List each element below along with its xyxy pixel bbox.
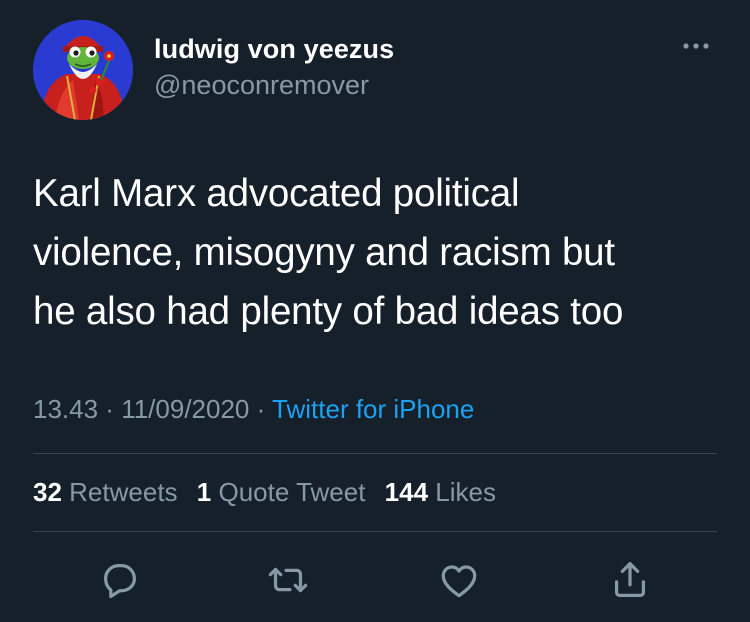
likes-label: Likes (435, 477, 496, 507)
tweet-text-line: violence, misogyny and racism but (33, 231, 615, 274)
metadata-separator: · (98, 394, 122, 424)
tweet-text: Karl Marx advocated political violence, … (33, 164, 723, 341)
more-options-icon[interactable] (676, 36, 720, 56)
tweet-source-link[interactable]: Twitter for iPhone (272, 394, 474, 424)
retweet-icon[interactable] (265, 557, 311, 603)
share-icon[interactable] (607, 557, 653, 603)
tweet-stats: 32 Retweets 1 Quote Tweet 144 Likes (33, 477, 508, 508)
tweet-date[interactable]: 11/09/2020 (121, 394, 249, 424)
likes-stat[interactable]: 144 Likes (385, 477, 496, 507)
cartoon-frog-avatar-icon (33, 20, 133, 120)
avatar[interactable] (33, 20, 133, 120)
metadata-separator: · (249, 394, 273, 424)
tweet-text-line: he also had plenty of bad ideas too (33, 290, 624, 333)
tweet-metadata: 13.43 · 11/09/2020 · Twitter for iPhone (33, 394, 474, 425)
divider (33, 531, 717, 532)
tweet-text-line: Karl Marx advocated political (33, 172, 520, 215)
tweet-time[interactable]: 13.43 (33, 394, 98, 424)
quote-tweets-label: Quote Tweet (218, 477, 366, 507)
quote-tweets-stat[interactable]: 1 Quote Tweet (197, 477, 366, 507)
like-icon[interactable] (436, 557, 482, 603)
reply-icon[interactable] (97, 557, 143, 603)
retweets-stat[interactable]: 32 Retweets (33, 477, 178, 507)
tweet-detail: ludwig von yeezus @neoconremover Karl Ma… (0, 0, 750, 622)
retweets-count: 32 (33, 477, 62, 507)
author-display-name[interactable]: ludwig von yeezus (154, 34, 394, 65)
retweets-label: Retweets (69, 477, 178, 507)
divider (33, 453, 717, 454)
author-handle[interactable]: @neoconremover (154, 70, 369, 101)
likes-count: 144 (384, 477, 429, 507)
quote-tweets-count: 1 (196, 477, 212, 507)
